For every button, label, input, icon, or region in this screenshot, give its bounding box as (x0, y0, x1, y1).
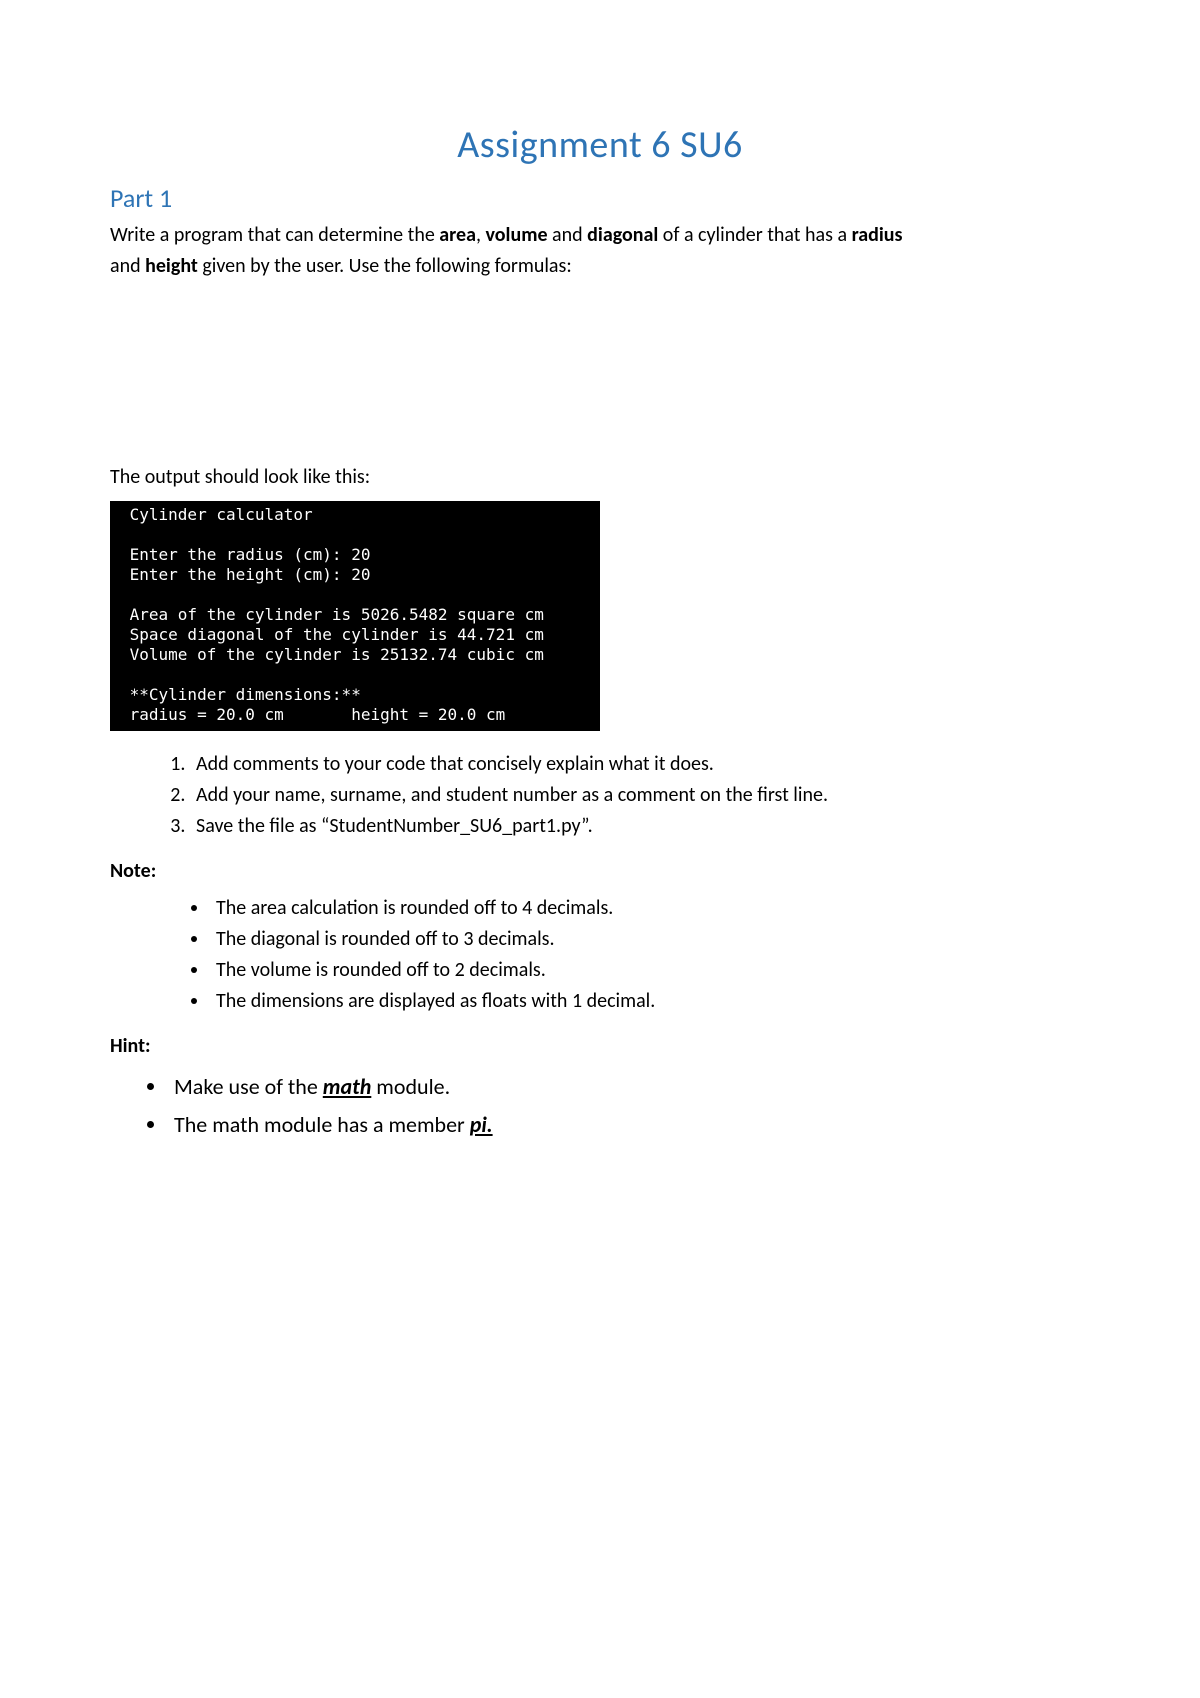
text: and (548, 223, 588, 247)
list-item: Save the file as “StudentNumber_SU6_part… (190, 811, 1090, 842)
text: and (110, 254, 145, 278)
notes-list: The area calculation is rounded off to 4… (210, 893, 1090, 1017)
bold-radius: radius (852, 223, 903, 247)
text: module. (371, 1073, 450, 1100)
hint-label-bold: Hint: (110, 1034, 151, 1058)
list-item: The math module has a member pi. (168, 1106, 1090, 1144)
page-title: Assignment 6 SU6 (110, 120, 1090, 171)
note-heading: Note: (110, 858, 1090, 885)
list-item: The diagonal is rounded off to 3 decimal… (210, 924, 1090, 955)
bold-height: height (145, 254, 198, 278)
steps-list: Add comments to your code that concisely… (190, 749, 1090, 842)
list-item: The volume is rounded off to 2 decimals. (210, 955, 1090, 986)
intro-paragraph-line2: and height given by the user. Use the fo… (110, 253, 1090, 280)
bold-area: area (439, 223, 476, 247)
list-item: The area calculation is rounded off to 4… (210, 893, 1090, 924)
text: The math module has a member (174, 1111, 470, 1138)
emph-math: math (323, 1073, 372, 1100)
hints-list: Make use of the math module. The math mo… (168, 1068, 1090, 1143)
note-colon: : (151, 859, 157, 883)
text: , (476, 223, 486, 247)
text: given by the user. Use the following for… (198, 254, 572, 278)
emph-pi: pi. (470, 1111, 493, 1138)
list-item: Add comments to your code that concisely… (190, 749, 1090, 780)
note-label-bold: Note (110, 859, 151, 883)
formula-placeholder (110, 284, 1090, 464)
text: Make use of the (174, 1073, 323, 1100)
hint-heading: Hint: (110, 1033, 1090, 1060)
text: of a cylinder that has a (658, 223, 851, 247)
bold-diagonal: diagonal (587, 223, 658, 247)
part-heading: Part 1 (110, 181, 1090, 216)
list-item: Add your name, surname, and student numb… (190, 780, 1090, 811)
list-item: The dimensions are displayed as floats w… (210, 986, 1090, 1017)
list-item: Make use of the math module. (168, 1068, 1090, 1106)
text: Write a program that can determine the (110, 223, 439, 247)
output-label: The output should look like this: (110, 464, 1090, 491)
console-output: Cylinder calculator Enter the radius (cm… (110, 501, 600, 731)
bold-volume: volume (486, 223, 548, 247)
intro-paragraph: Write a program that can determine the a… (110, 222, 1090, 249)
